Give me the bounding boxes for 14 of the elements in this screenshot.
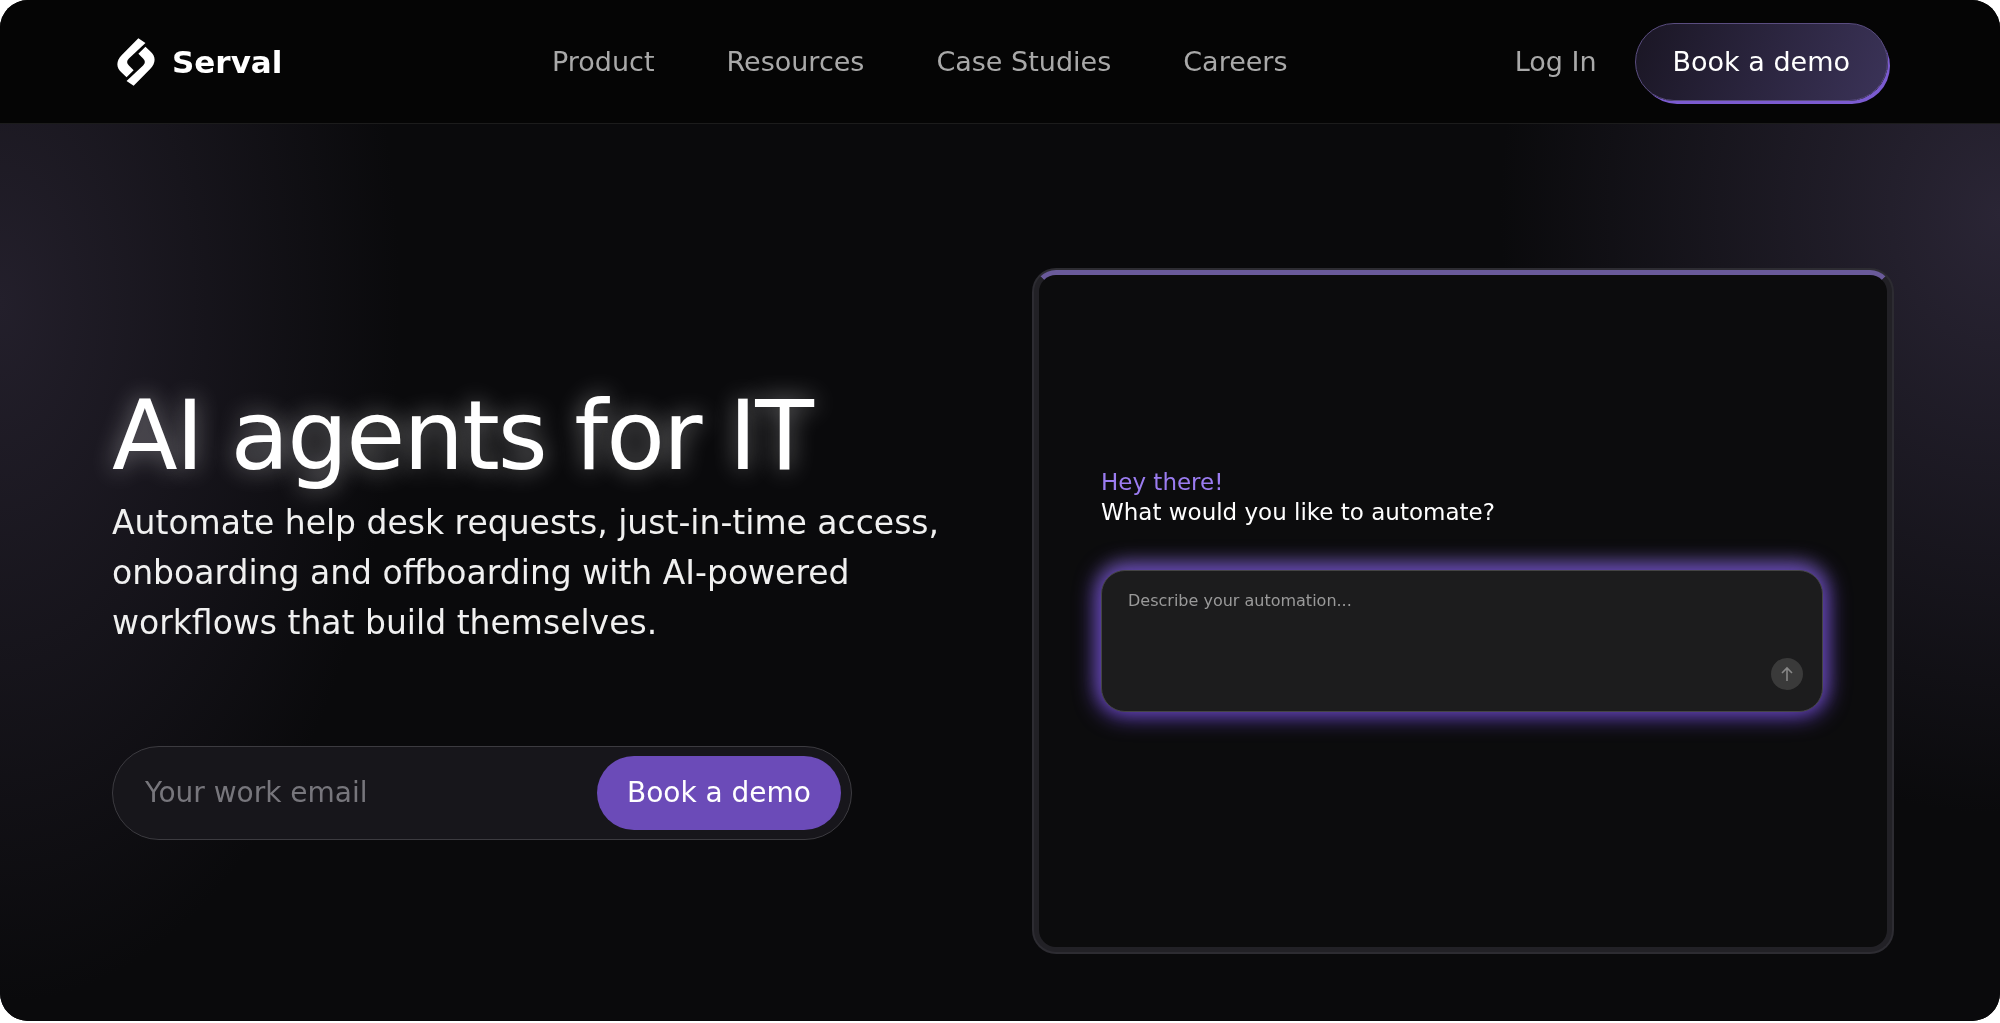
nav-link[interactable]: Case Studies [936,46,1112,77]
nav-link[interactable]: Resources [726,46,865,77]
question-text: What would you like to automate? [1101,499,1496,525]
hero-title: AI agents for IT [112,381,815,492]
nav-link[interactable]: Careers [1183,46,1288,77]
email-form[interactable]: Your work email Book a demo [112,745,852,840]
book-demo-button[interactable]: Book a demo [1634,22,1888,101]
nav-link[interactable]: Product [552,46,655,77]
login-link[interactable]: Log In [1514,46,1597,77]
automation-input[interactable]: Describe your automation... [1101,570,1823,712]
hero-subtitle: Automate help desk requests, just-in-time access, onboarding and offboarding with AI-powered workflows that build themselves. [112,501,941,644]
logo-text[interactable]: Serval [172,43,283,80]
greeting-text: Hey there! [1101,469,1225,495]
book-demo-button[interactable]: Book a demo [596,755,841,830]
